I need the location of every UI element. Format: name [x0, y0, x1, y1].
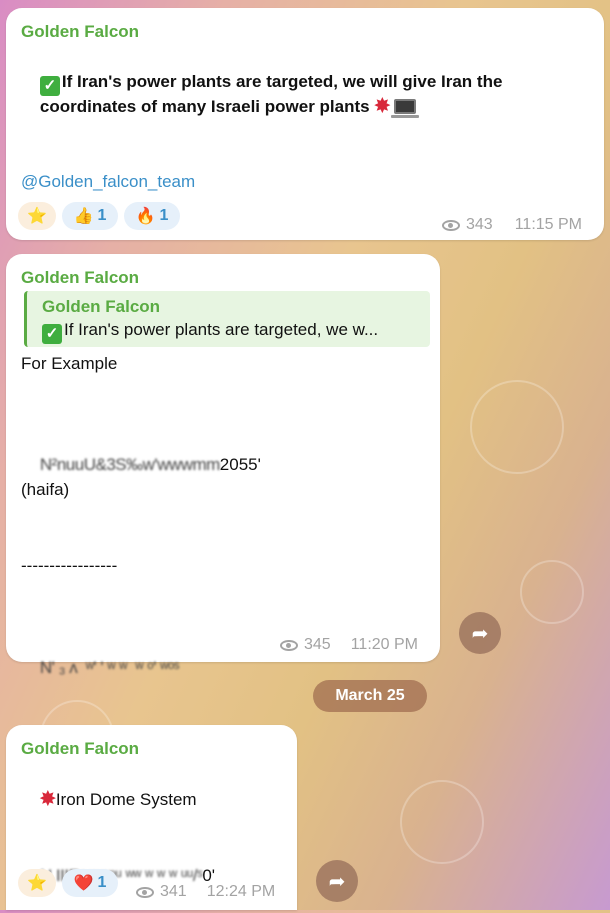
- message-time: 11:20 PM: [350, 636, 418, 653]
- view-count: 341: [160, 883, 187, 900]
- background-doodle: [400, 780, 484, 864]
- star-icon: ⭐: [27, 875, 47, 892]
- reply-text: ✓ If Iran's power plants are targeted, we…: [42, 320, 378, 344]
- separator-line: -----------------: [21, 556, 118, 575]
- reaction-star[interactable]: ⭐: [18, 202, 56, 230]
- message-text: coordinates of many Israeli power plants: [39, 97, 370, 116]
- reply-sender: Golden Falcon: [42, 297, 161, 316]
- message-time: 11:15 PM: [514, 216, 582, 233]
- views-eye-icon: [280, 639, 298, 651]
- views-eye-icon: [442, 219, 460, 231]
- coordinate-line: N' ₃ ʌ ʷ' ' ʷ ʷ ʷ ᵒ' ʷᵒˢ: [21, 630, 180, 705]
- city-label: (haifa): [21, 480, 70, 499]
- reaction-star[interactable]: ⭐: [18, 869, 56, 897]
- message-title-line: ✸Iron Dome System: [21, 762, 197, 837]
- blurred-coordinate: N' ₃ ʌ ʷ' ' ʷ ʷ ʷ ᵒ' ʷᵒˢ: [39, 658, 180, 677]
- star-icon: ⭐: [27, 208, 47, 225]
- message-bubble[interactable]: Golden Falcon ✸Iron Dome System N IIIRˢ …: [6, 725, 297, 910]
- fire-icon: 🔥: [135, 208, 156, 225]
- message-text-line: coordinates of many Israeli power plants…: [21, 69, 420, 144]
- coordinate-tail: 2055': [219, 455, 261, 474]
- background-doodle: [470, 380, 564, 474]
- message-bubble[interactable]: Golden Falcon ✓ If Iran's power plants ar…: [6, 8, 604, 240]
- message-sender[interactable]: Golden Falcon: [21, 268, 139, 288]
- message-text: Iron Dome System: [55, 790, 197, 809]
- view-count: 345: [304, 636, 331, 653]
- views-eye-icon: [136, 886, 154, 898]
- message-bubble[interactable]: Golden Falcon Golden Falcon ✓ If Iran's p…: [6, 254, 440, 677]
- reply-preview[interactable]: Golden Falcon ✓ If Iran's power plants ar…: [24, 291, 430, 347]
- laptop-icon: [391, 99, 420, 118]
- thumbs-up-icon: 👍: [73, 208, 94, 225]
- background-doodle: [520, 560, 584, 624]
- anger-icon: ✸: [374, 96, 391, 117]
- message-meta: 345 11:20 PM: [280, 636, 418, 654]
- message-sender[interactable]: Golden Falcon: [21, 739, 139, 759]
- message-meta: 341 12:24 PM: [136, 883, 275, 901]
- date-separator: March 25: [313, 680, 427, 712]
- channel-link[interactable]: @Golden_falcon_team: [21, 172, 195, 192]
- message-meta: 343 11:15 PM: [442, 216, 582, 234]
- reaction-thumbs-up[interactable]: 👍 1: [62, 202, 118, 230]
- check-mark-icon: ✓: [42, 324, 62, 344]
- reaction-fire[interactable]: 🔥 1: [124, 202, 180, 230]
- forward-icon: ➦: [328, 870, 346, 893]
- reaction-count: 1: [97, 874, 107, 891]
- message-sender[interactable]: Golden Falcon: [21, 22, 139, 42]
- reaction-heart[interactable]: ❤️ 1: [62, 869, 118, 897]
- reaction-count: 1: [97, 207, 107, 224]
- forward-icon: ➦: [471, 622, 489, 645]
- message-text: For Example: [21, 354, 118, 373]
- message-time: 12:24 PM: [206, 883, 276, 900]
- view-count: 343: [466, 216, 493, 233]
- blurred-coordinate: N²nuuU&3S‰w'wwwmm: [39, 455, 220, 474]
- anger-icon: ✸: [39, 789, 56, 810]
- heart-icon: ❤️: [73, 875, 94, 892]
- forward-button[interactable]: ➦: [459, 612, 501, 654]
- reaction-count: 1: [159, 207, 169, 224]
- forward-button[interactable]: ➦: [316, 860, 358, 902]
